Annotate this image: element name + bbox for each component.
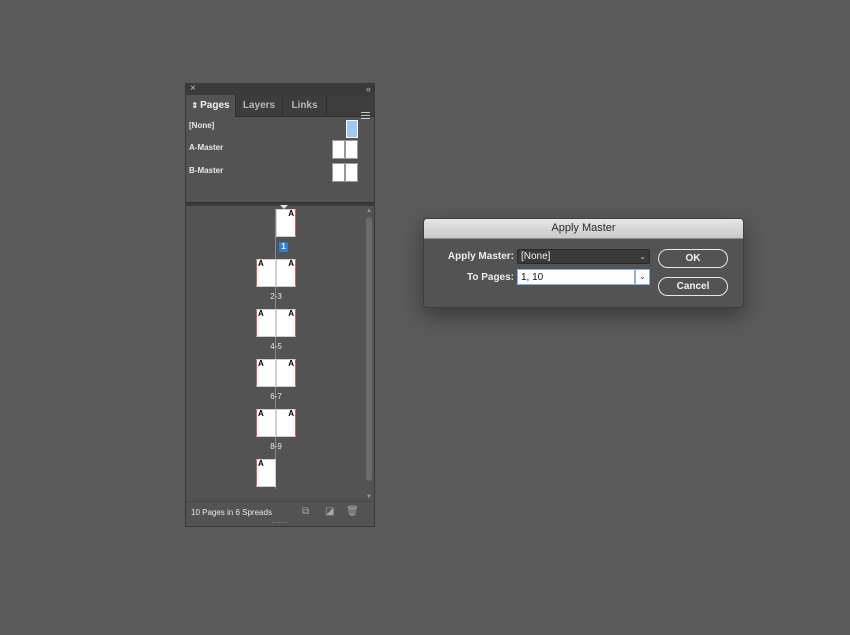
to-pages-input[interactable] bbox=[517, 269, 635, 285]
spread-label: 8-9 bbox=[270, 442, 282, 451]
scroll-thumb[interactable] bbox=[366, 217, 372, 481]
master-label: B-Master bbox=[189, 166, 224, 175]
master-item-b[interactable]: B-Master bbox=[189, 163, 369, 185]
page-thumbnail[interactable]: A bbox=[276, 309, 296, 337]
dialog-title: Apply Master bbox=[424, 219, 743, 239]
panel-footer: 10 Pages in 6 Spreads ⧉ ◪ 🗑 bbox=[186, 501, 374, 524]
page-count-status: 10 Pages in 6 Spreads bbox=[191, 508, 272, 517]
page-thumbnail[interactable]: A bbox=[276, 409, 296, 437]
tab-layers[interactable]: Layers bbox=[236, 95, 283, 117]
spread-label: 6-7 bbox=[270, 392, 282, 401]
scroll-up-icon[interactable]: ▲ bbox=[365, 207, 373, 215]
page-thumbnail[interactable]: A bbox=[256, 459, 276, 487]
master-label: A-Master bbox=[189, 143, 224, 152]
tab-stepper-icon: ⇕ bbox=[191, 101, 199, 110]
spread-label: 1 bbox=[279, 242, 288, 252]
to-pages-label: To Pages: bbox=[466, 272, 514, 283]
chevron-down-icon: ⌄ bbox=[639, 252, 646, 261]
apply-master-label: Apply Master: bbox=[447, 251, 514, 262]
pages-list: A 1 A A 2-3 A A 4-5 A A 6-7 A A 8-9 A bbox=[186, 205, 364, 501]
master-label: [None] bbox=[189, 121, 215, 130]
page-thumbnail[interactable]: A bbox=[256, 409, 276, 437]
spread-label: 4-5 bbox=[270, 342, 282, 351]
pages-scrollbar[interactable]: ▲ ▼ bbox=[365, 207, 373, 501]
spread-label: 2-3 bbox=[270, 292, 282, 301]
tab-pages[interactable]: ⇕ Pages bbox=[186, 95, 236, 117]
tab-links[interactable]: Links bbox=[283, 95, 327, 117]
edit-page-size-icon[interactable]: ⧉ bbox=[302, 507, 309, 517]
page-thumbnail[interactable]: A bbox=[256, 359, 276, 387]
new-page-icon[interactable]: ◪ bbox=[325, 507, 334, 517]
apply-master-select[interactable]: [None] ⌄ bbox=[517, 249, 650, 264]
page-thumbnail[interactable]: A bbox=[256, 309, 276, 337]
apply-master-value: [None] bbox=[521, 251, 551, 262]
tab-label: Pages bbox=[200, 100, 230, 111]
master-thumbnail bbox=[332, 140, 358, 159]
ok-button[interactable]: OK bbox=[658, 249, 728, 268]
page-thumbnail[interactable]: A bbox=[276, 259, 296, 287]
collapse-icon[interactable]: ‹‹ bbox=[366, 83, 371, 95]
page-thumbnail[interactable]: A bbox=[276, 359, 296, 387]
master-thumbnail bbox=[346, 120, 358, 138]
pages-panel: × ‹‹ ⇕ Pages Layers Links [None] A-Master… bbox=[185, 83, 375, 527]
apply-master-dialog: Apply Master Apply Master: [None] ⌄ To P… bbox=[423, 218, 744, 308]
master-thumbnail bbox=[332, 163, 358, 182]
master-item-none[interactable]: [None] bbox=[189, 120, 369, 140]
close-icon[interactable]: × bbox=[190, 83, 196, 95]
scroll-down-icon[interactable]: ▼ bbox=[365, 493, 373, 501]
cancel-button[interactable]: Cancel bbox=[658, 277, 728, 296]
resize-grip[interactable] bbox=[272, 522, 288, 526]
page-thumbnail[interactable]: A bbox=[276, 209, 296, 237]
chevron-down-icon[interactable]: ⌄ bbox=[635, 269, 650, 285]
master-item-a[interactable]: A-Master bbox=[189, 140, 369, 162]
trash-icon[interactable]: 🗑 bbox=[346, 507, 359, 517]
panel-tabs: ⇕ Pages Layers Links bbox=[186, 95, 374, 119]
panel-title-bar: × ‹‹ bbox=[186, 83, 374, 95]
page-thumbnail[interactable]: A bbox=[256, 259, 276, 287]
